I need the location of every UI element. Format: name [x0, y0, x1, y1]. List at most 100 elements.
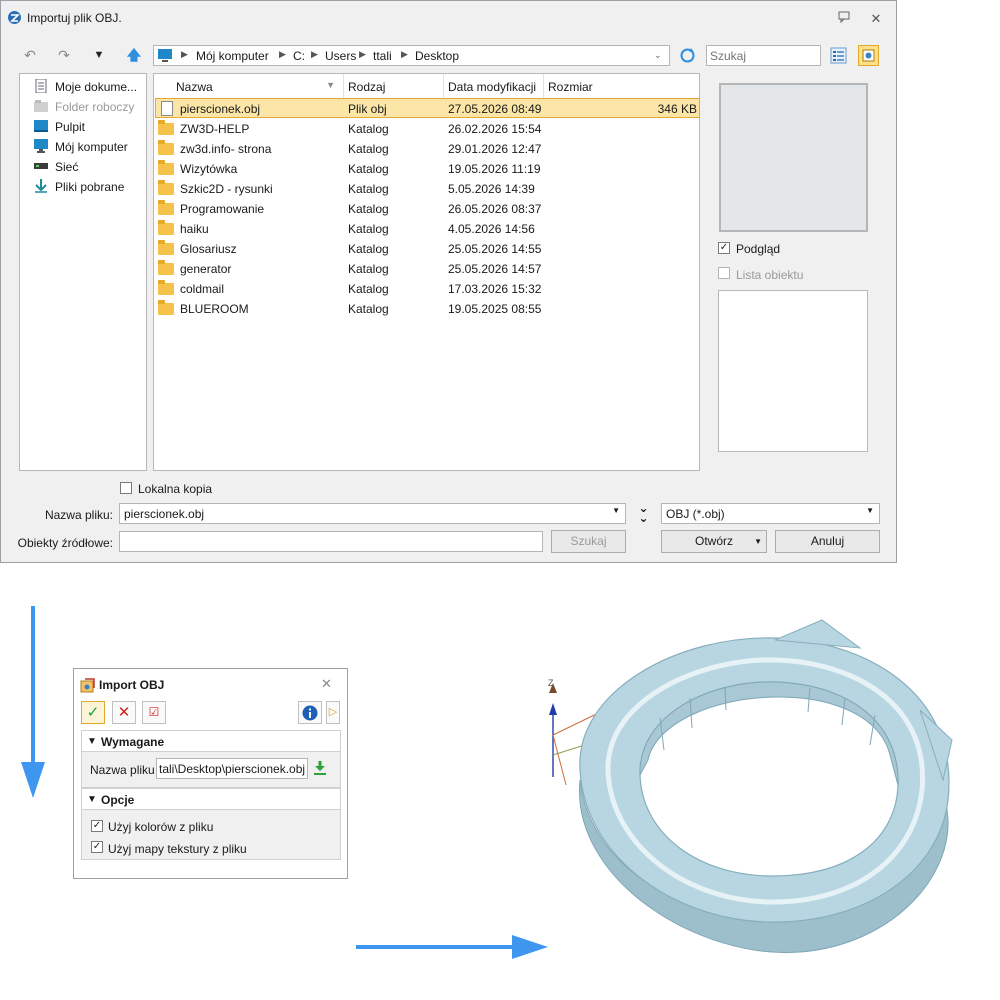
local-copy-label: Lokalna kopia	[138, 482, 213, 496]
expand-double-chevron-icon[interactable]: ⌄ ⌄	[636, 502, 651, 524]
file-type: Katalog	[348, 222, 389, 236]
file-icon	[161, 101, 173, 116]
file-size: 346 KB	[657, 102, 697, 116]
column-header-type[interactable]: Rodzaj	[344, 74, 444, 98]
use-texture-checkbox[interactable]: ✓	[91, 841, 103, 853]
breadcrumb-ttali[interactable]: ttali	[373, 49, 392, 63]
computer-icon	[34, 139, 48, 153]
folder-row[interactable]: zw3d.info- strona Katalog 29.01.2026 12:…	[155, 139, 700, 159]
use-texture-label: Użyj mapy tekstury z pliku	[108, 842, 247, 856]
column-header-date[interactable]: Data modyfikacji	[444, 74, 544, 98]
use-colors-label: Użyj kolorów z pliku	[108, 820, 214, 834]
view-list-icon[interactable]	[830, 47, 847, 64]
column-header-size[interactable]: Rozmiar	[544, 74, 699, 98]
file-type: Katalog	[348, 162, 389, 176]
folder-icon	[158, 240, 174, 255]
object-list-pane	[718, 290, 868, 452]
open-button[interactable]: Otwórz ▼	[661, 530, 767, 553]
help-icon[interactable]	[835, 11, 853, 27]
info-button[interactable]	[298, 701, 322, 724]
file-name: pierscionek.obj	[180, 102, 261, 116]
place-label: Mój komputer	[55, 140, 128, 154]
panel-close-icon[interactable]: ✕	[321, 676, 332, 692]
cancel-button[interactable]: Anuluj	[775, 530, 880, 553]
preview-pane	[719, 83, 868, 232]
place-my-computer[interactable]: Mój komputer	[34, 138, 146, 156]
import-file-dialog: Importuj plik OBJ. ✕ ↶ ↷ ▼ 🡅 ▶ Mój kompu…	[0, 0, 897, 563]
file-date: 17.03.2026 15:32	[448, 282, 542, 296]
place-desktop[interactable]: Pulpit	[34, 118, 146, 136]
place-label: Moje dokume...	[55, 80, 138, 94]
address-dropdown-icon[interactable]: ⌄	[654, 50, 662, 61]
history-dropdown-icon[interactable]: ▼	[88, 44, 110, 66]
breadcrumb-my-computer[interactable]: Mój komputer	[196, 49, 269, 63]
file-type: Katalog	[348, 282, 389, 296]
place-downloads[interactable]: Pliki pobrane	[34, 178, 146, 196]
import-obj-panel: Import OBJ ✕ ✓ ✕ ☑ ▷ ▼ Wymagane Nazwa pl…	[73, 668, 348, 879]
search-button: Szukaj	[551, 530, 626, 553]
work-folder-icon	[34, 100, 48, 112]
folder-row[interactable]: Wizytówka Katalog 19.05.2026 11:19	[155, 159, 700, 179]
place-label: Pliki pobrane	[55, 180, 125, 194]
refresh-icon[interactable]	[679, 47, 696, 64]
options-section-header[interactable]: ▼ Opcje	[81, 788, 341, 810]
folder-row[interactable]: coldmail Katalog 17.03.2026 15:32	[155, 279, 700, 299]
folder-icon	[158, 120, 174, 135]
preview-toggle-icon[interactable]	[858, 45, 879, 66]
up-folder-icon[interactable]: 🡅	[123, 44, 145, 66]
places-sidebar: Moje dokume... Folder roboczy Pulpit Mój…	[19, 73, 147, 471]
apply-check-icon: ☑	[148, 705, 160, 719]
required-section-header[interactable]: ▼ Wymagane	[81, 730, 341, 752]
folder-row[interactable]: generator Katalog 25.05.2026 14:57	[155, 259, 700, 279]
chevron-right-icon: ▷	[328, 706, 338, 718]
search-input[interactable]	[706, 45, 821, 66]
filename-combobox[interactable]: pierscionek.obj ▼	[119, 503, 626, 524]
folder-row[interactable]: Glosariusz Katalog 25.05.2026 14:55	[155, 239, 700, 259]
place-my-documents[interactable]: Moje dokume...	[34, 78, 146, 96]
folder-row[interactable]: Szkic2D - rysunki Katalog 5.05.2026 14:3…	[155, 179, 700, 199]
filetype-select[interactable]: OBJ (*.obj) ▼	[661, 503, 880, 524]
back-icon[interactable]: ↶	[19, 44, 41, 66]
documents-icon	[35, 79, 47, 93]
column-header-name[interactable]: Nazwa ▼	[154, 74, 344, 98]
file-row[interactable]: pierscionek.obj Plik obj 27.05.2026 08:4…	[155, 98, 700, 118]
file-type: Katalog	[348, 242, 389, 256]
apply-button[interactable]: ☑	[142, 701, 166, 724]
filename-dropdown-icon[interactable]: ▼	[612, 506, 620, 515]
object-list-checkbox	[718, 267, 730, 279]
place-network[interactable]: Sieć	[34, 158, 146, 176]
folder-row[interactable]: ZW3D-HELP Katalog 26.02.2026 15:54	[155, 119, 700, 139]
computer-icon	[158, 49, 172, 62]
local-copy-checkbox[interactable]	[120, 482, 132, 494]
file-date: 19.05.2025 08:55	[448, 302, 542, 316]
panel-filename-label: Nazwa pliku	[90, 763, 155, 777]
browse-file-icon[interactable]	[312, 760, 328, 776]
preview-checkbox[interactable]: ✓	[718, 242, 730, 254]
breadcrumb-c-drive[interactable]: C:	[293, 49, 305, 63]
address-bar[interactable]: ▶ Mój komputer ▶ C: ▶ Users ▶ ttali ▶ De…	[153, 45, 670, 66]
forward-icon[interactable]: ↷	[53, 44, 75, 66]
file-name: Wizytówka	[180, 162, 238, 176]
cancel-button[interactable]: ✕	[112, 701, 136, 724]
open-dropdown-icon[interactable]: ▼	[754, 531, 762, 552]
filetype-dropdown-icon[interactable]: ▼	[866, 506, 874, 515]
folder-row[interactable]: haiku Katalog 4.05.2026 14:56	[155, 219, 700, 239]
file-type: Katalog	[348, 262, 389, 276]
close-icon[interactable]: ✕	[867, 11, 885, 27]
check-icon: ✓	[86, 704, 100, 721]
folder-icon	[158, 260, 174, 275]
model-viewport[interactable]: Z	[540, 600, 980, 970]
breadcrumb-desktop[interactable]: Desktop	[415, 49, 459, 63]
expand-panel-button[interactable]: ▷	[326, 701, 340, 724]
use-colors-checkbox[interactable]: ✓	[91, 820, 103, 832]
folder-icon	[158, 300, 174, 315]
folder-icon	[158, 280, 174, 295]
folder-row[interactable]: BLUEROOM Katalog 19.05.2025 08:55	[155, 299, 700, 319]
place-label: Sieć	[55, 160, 79, 174]
folder-row[interactable]: Programowanie Katalog 26.05.2026 08:37	[155, 199, 700, 219]
ok-button[interactable]: ✓	[81, 701, 105, 724]
place-label: Pulpit	[55, 120, 86, 134]
breadcrumb-users[interactable]: Users	[325, 49, 356, 63]
panel-filename-input[interactable]: tali\Desktop\pierscionek.obj	[156, 758, 308, 779]
source-objects-input[interactable]	[119, 531, 543, 552]
